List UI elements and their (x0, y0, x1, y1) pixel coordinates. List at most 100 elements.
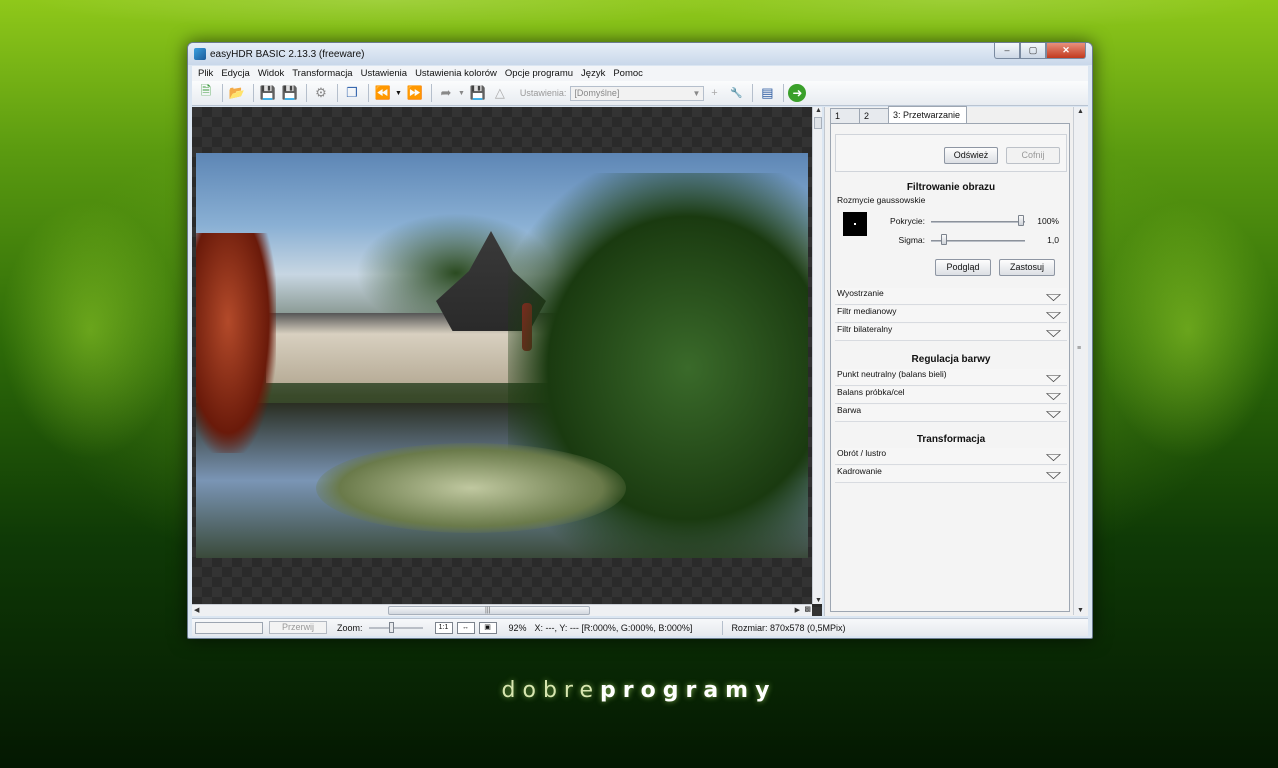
toolbar: 🗎 📂 💾 💾 ⚙ ❐ ⏪ ▼ ⏩ ➦ ▼ 💾 △ Ustawienia: [D… (192, 81, 1088, 106)
status-bar: Przerwij Zoom: 1:1 ↔ ▣ 92% X: ---, Y: --… (192, 618, 1088, 636)
zoom-label: Zoom: (337, 622, 363, 633)
progress-bar (195, 621, 263, 634)
next-icon[interactable]: ⏩ (405, 83, 425, 103)
median-filter-row[interactable]: Filtr medianowy ▽ (835, 306, 1067, 323)
horizontal-scroll-thumb[interactable]: ||| (388, 606, 590, 615)
list-window-icon[interactable]: ▤ (757, 83, 777, 103)
grip-icon: ≡ (1077, 345, 1082, 352)
undo-button[interactable]: Cofnij (1006, 147, 1060, 164)
transform-section-title: Transformacja (916, 434, 986, 445)
preview-button[interactable]: Podgląd (935, 259, 991, 276)
close-button[interactable]: ✕ (1046, 43, 1086, 59)
menu-opcje-programu[interactable]: Opcje programu (505, 68, 573, 79)
tab-processing[interactable]: 3: Przetwarzanie (888, 106, 968, 123)
previous-dropdown-icon[interactable]: ▼ (395, 90, 402, 97)
app-window: easyHDR BASIC 2.13.3 (freeware) – ▢ ✕ Pl… (187, 42, 1093, 639)
panel-scrollbar[interactable]: ▲ ≡ ▼ (1073, 107, 1085, 615)
menu-ustawienia-kolorow[interactable]: Ustawienia kolorów (415, 68, 497, 79)
brand-logo: dobreprogramy (0, 678, 1278, 703)
save-settings-icon[interactable]: 💾 (468, 83, 488, 103)
scroll-down-icon[interactable]: ▼ (815, 597, 822, 604)
zoom-fit-width-icon[interactable]: ↔ (456, 621, 475, 634)
menu-plik[interactable]: Plik (198, 68, 213, 79)
menu-edycja[interactable]: Edycja (221, 68, 250, 79)
export-icon[interactable]: ➦ (436, 83, 456, 103)
coverage-slider-thumb[interactable] (1018, 215, 1024, 226)
scroll-left-icon[interactable]: ◀ (194, 606, 199, 614)
grip-icon: ||| (485, 607, 491, 614)
white-balance-row[interactable]: Punkt neutralny (balans bieli) ▽ (835, 369, 1067, 386)
hue-row[interactable]: Barwa ▽ (835, 405, 1067, 422)
image-horizontal-scrollbar[interactable]: ◀ ||| ▶ ▩ (192, 604, 812, 616)
image-canvas[interactable] (192, 107, 822, 616)
stop-button[interactable]: Przerwij (269, 621, 327, 634)
app-icon (194, 48, 206, 60)
bilateral-filter-row[interactable]: Filtr bilateralny ▽ (835, 324, 1067, 341)
sample-target-row[interactable]: Balans próbka/cel ▽ (835, 387, 1067, 404)
scroll-up-icon[interactable]: ▲ (1077, 108, 1084, 115)
scroll-down-icon[interactable]: ▼ (1077, 607, 1084, 614)
median-filter-label: Filtr medianowy (837, 306, 897, 316)
menu-transformacja[interactable]: Transformacja (292, 68, 352, 79)
title-bar[interactable]: easyHDR BASIC 2.13.3 (freeware) – ▢ ✕ (188, 43, 1092, 65)
tab-1[interactable]: 1 (830, 108, 860, 123)
refresh-box: Odśwież Cofnij (835, 134, 1067, 172)
batch-icon[interactable]: ⚙ (311, 83, 331, 103)
open-folder-icon[interactable]: 📂 (227, 83, 247, 103)
zoom-value: 92% (508, 622, 527, 633)
chevron-down-icon[interactable]: ▽ (1046, 470, 1061, 481)
chevron-down-icon[interactable]: ▽ (1046, 292, 1061, 303)
apply-button[interactable]: Zastosuj (999, 259, 1055, 276)
wrench-icon[interactable]: 🔧 (726, 83, 746, 103)
chevron-down-icon[interactable]: ▽ (1046, 409, 1061, 420)
toolbar-separator (783, 84, 785, 102)
coverage-label: Pokrycie: (890, 216, 925, 226)
zoom-slider-thumb[interactable] (388, 621, 394, 633)
save-as-icon[interactable]: 💾 (280, 83, 300, 103)
toolbar-separator (752, 84, 754, 102)
menu-widok[interactable]: Widok (258, 68, 284, 79)
refresh-button[interactable]: Odśwież (944, 147, 998, 164)
chevron-down-icon[interactable]: ▽ (1046, 373, 1061, 384)
hdr-photo (196, 153, 808, 558)
sharpen-row[interactable]: Wyostrzanie ▽ (835, 288, 1067, 305)
add-icon[interactable]: + (704, 83, 724, 103)
zoom-slider[interactable] (368, 621, 423, 633)
background-glow-left (0, 200, 180, 460)
settings-label: Ustawienia: (519, 88, 567, 98)
settings-select[interactable]: [Domyślne] ▼ (570, 85, 705, 101)
image-vertical-scrollbar[interactable]: ▲ ▼ (812, 107, 822, 604)
zoom-fit-icon[interactable]: ▣ (478, 621, 497, 634)
save-icon[interactable]: 💾 (258, 83, 278, 103)
previous-icon[interactable]: ⏪ (373, 83, 393, 103)
brand-part1: dobre (501, 678, 601, 703)
scroll-up-icon[interactable]: ▲ (815, 107, 822, 114)
tab-2[interactable]: 2 (859, 108, 889, 123)
menu-pomoc[interactable]: Pomoc (613, 68, 643, 79)
toolbar-separator (306, 84, 307, 102)
chevron-down-icon[interactable]: ▽ (1046, 391, 1061, 402)
sigma-slider-thumb[interactable] (941, 234, 947, 245)
upload-icon[interactable]: △ (490, 83, 510, 103)
chevron-down-icon[interactable]: ▽ (1046, 328, 1061, 339)
export-dropdown-icon[interactable]: ▼ (458, 90, 465, 97)
menu-jezyk[interactable]: Język (581, 68, 605, 79)
settings-select-value: [Domyślne] (574, 87, 620, 98)
copy-icon[interactable]: ❐ (342, 83, 362, 103)
filter-section-title: Filtrowanie obrazu (906, 182, 996, 193)
menu-ustawienia[interactable]: Ustawienia (361, 68, 407, 79)
chevron-down-icon[interactable]: ▽ (1046, 310, 1061, 321)
minimize-button[interactable]: – (994, 43, 1020, 59)
new-file-icon[interactable]: 🗎 (196, 83, 216, 103)
coverage-slider[interactable] (931, 221, 1025, 223)
tab-bar: 1 2 3: Przetwarzanie (830, 106, 968, 123)
resize-corner-icon[interactable]: ▩ (804, 605, 811, 613)
rotate-mirror-row[interactable]: Obrót / lustro ▽ (835, 448, 1067, 465)
go-arrow-icon[interactable]: ➜ (788, 84, 807, 102)
scroll-right-icon[interactable]: ▶ (795, 606, 800, 614)
vertical-scroll-thumb[interactable] (814, 117, 822, 129)
zoom-actual-icon[interactable]: 1:1 (434, 621, 453, 634)
maximize-button[interactable]: ▢ (1020, 43, 1046, 59)
crop-row[interactable]: Kadrowanie ▽ (835, 466, 1067, 483)
chevron-down-icon[interactable]: ▽ (1046, 452, 1061, 463)
